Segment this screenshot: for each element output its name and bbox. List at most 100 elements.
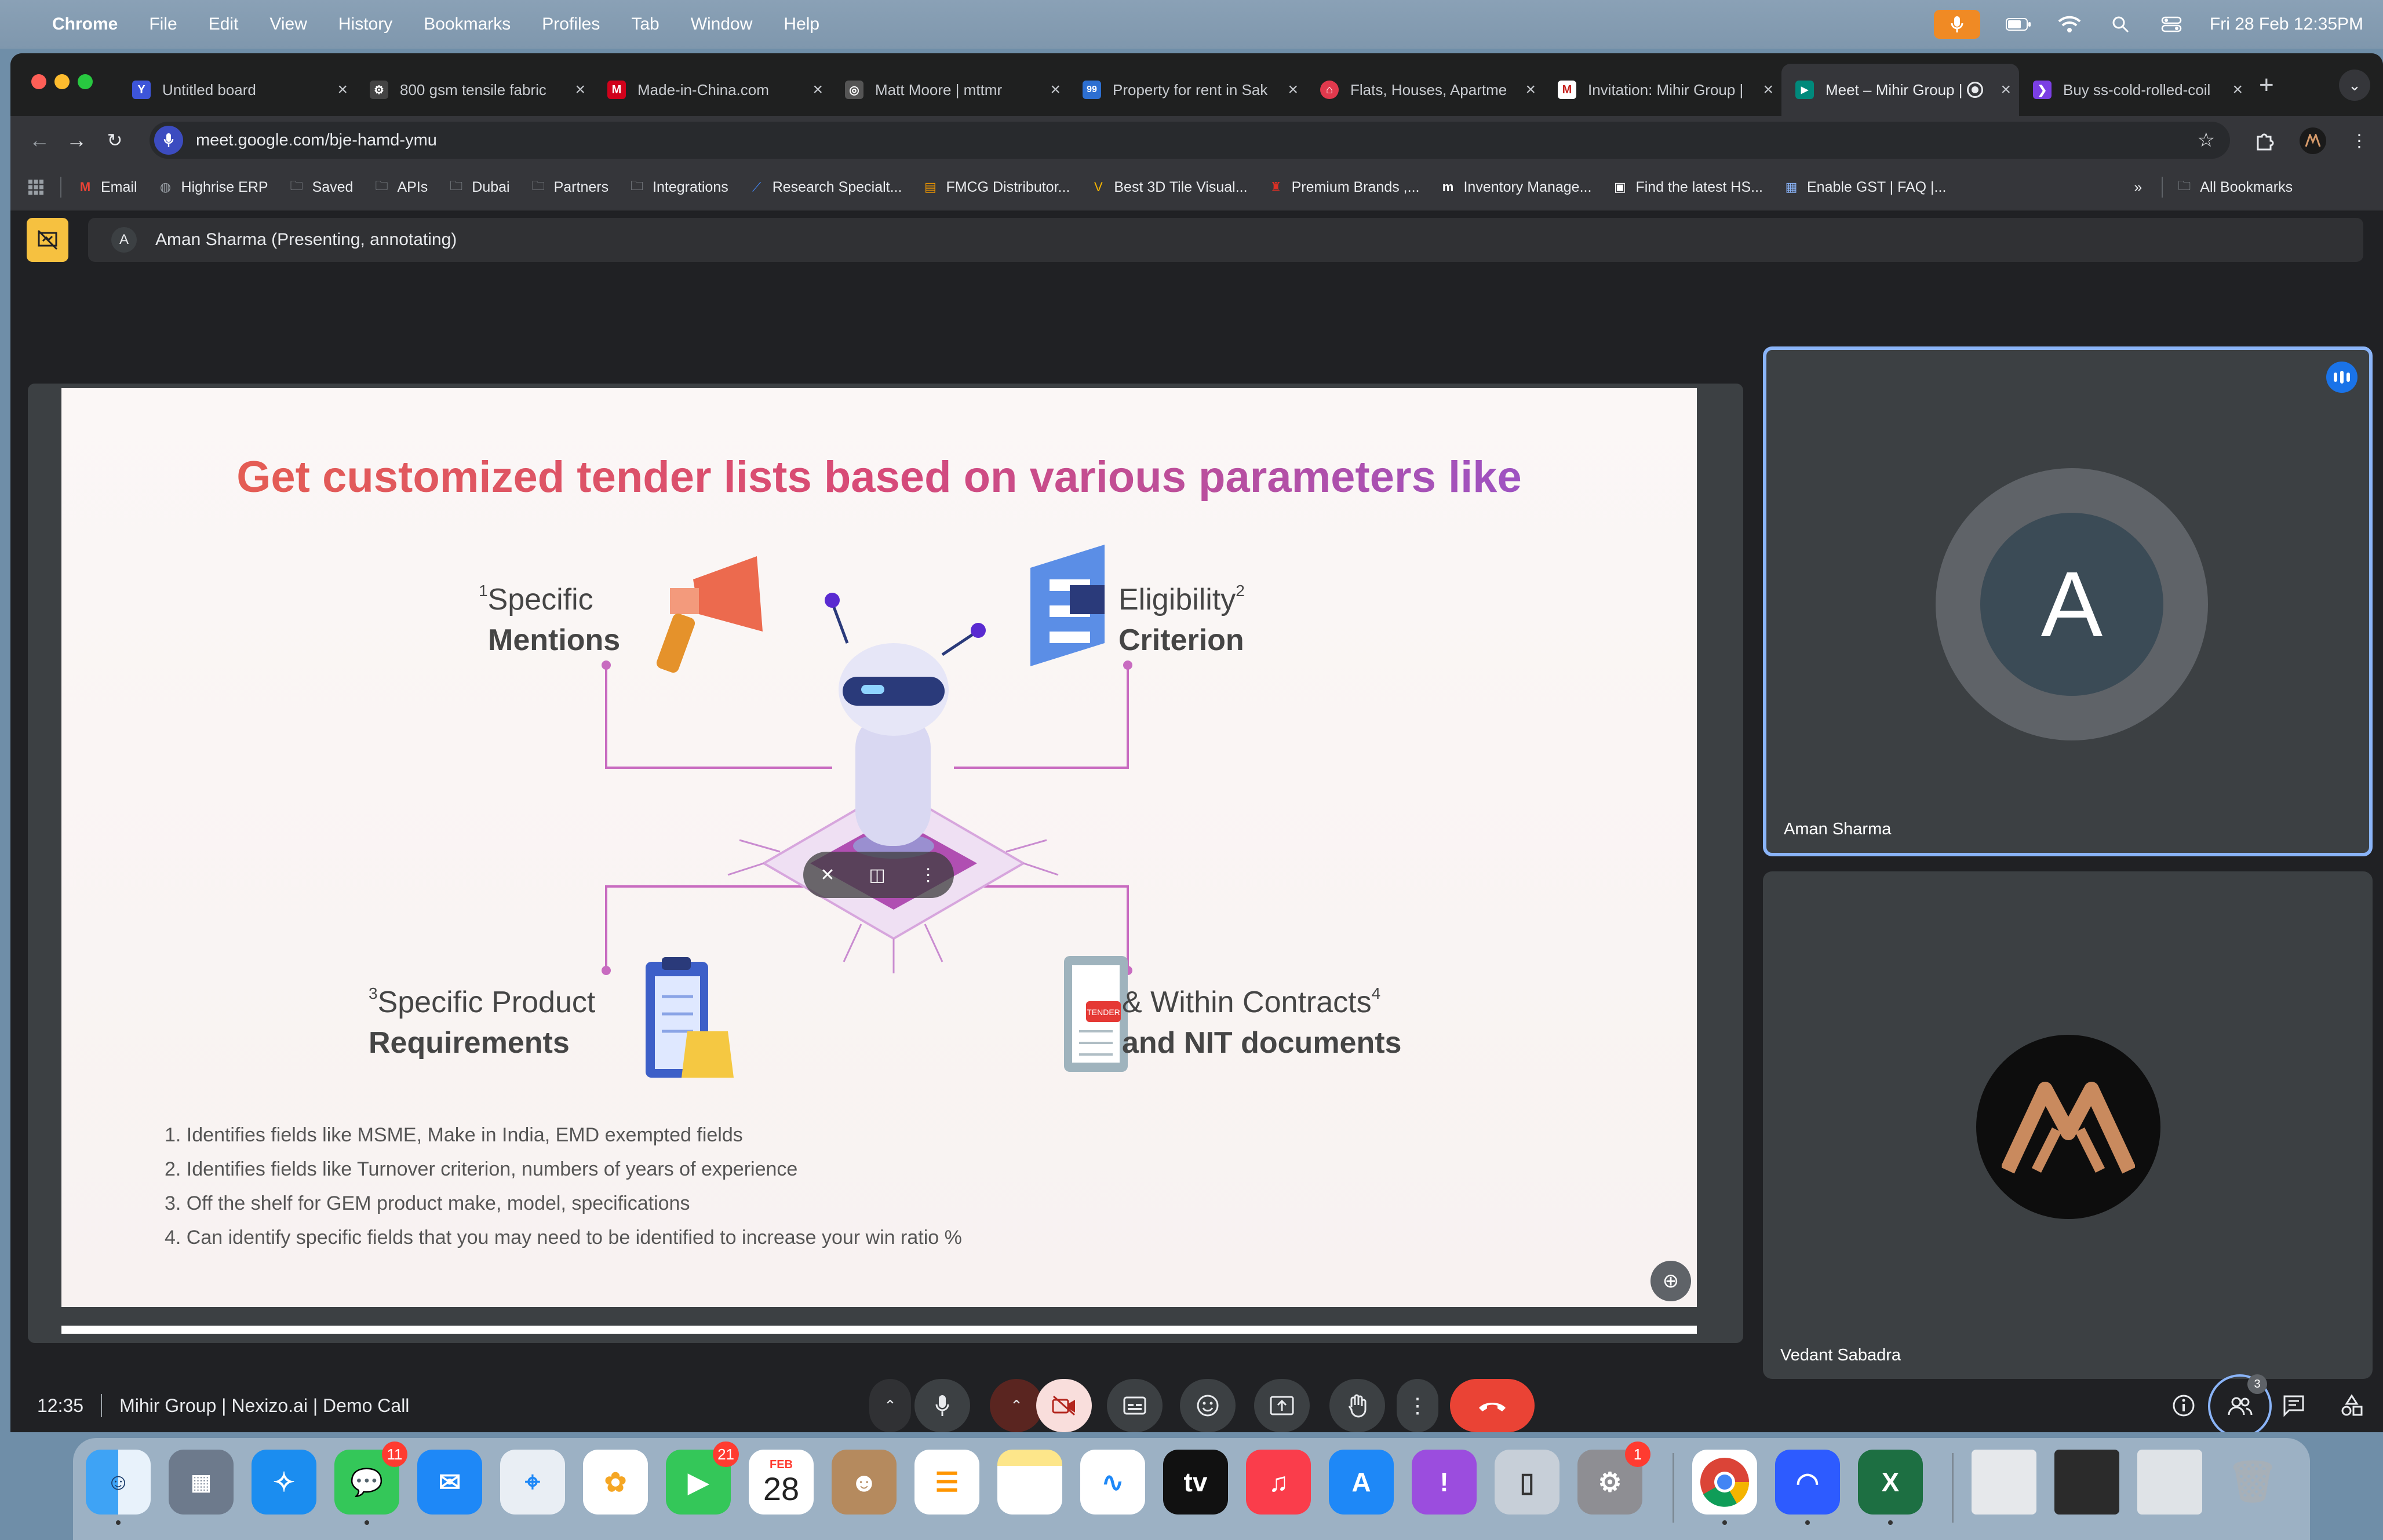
tab-search-chevron-icon[interactable]: ⌄	[2339, 70, 2370, 101]
menu-app-name[interactable]: Chrome	[52, 14, 118, 34]
downloads-stack-icon[interactable]	[1972, 1450, 2036, 1515]
close-tab-icon[interactable]: ×	[812, 80, 823, 100]
minimize-window-button[interactable]	[54, 74, 70, 89]
meeting-details-info-icon[interactable]	[2163, 1385, 2205, 1426]
bookmark-star-icon[interactable]: ☆	[2198, 129, 2215, 152]
close-tab-icon[interactable]: ×	[1763, 80, 1773, 100]
forward-arrow-icon[interactable]: →	[64, 127, 89, 153]
tab-made-in-china[interactable]: M Made-in-China.com ×	[593, 64, 831, 116]
feedback-assistant-icon[interactable]: !	[1412, 1450, 1477, 1515]
chrome-icon[interactable]	[1692, 1450, 1757, 1525]
apps-grid-icon[interactable]	[28, 179, 44, 195]
close-tab-icon[interactable]: ×	[2001, 80, 2011, 100]
bookmark-enable-gst[interactable]: ▦ Enable GST | FAQ |...	[1783, 178, 1947, 196]
close-tab-icon[interactable]: ×	[337, 80, 348, 100]
tab-meet-active[interactable]: ▶ Meet – Mihir Group | ×	[1781, 64, 2019, 116]
menu-history[interactable]: History	[338, 14, 392, 34]
menu-view[interactable]: View	[269, 14, 307, 34]
tab-property-rent[interactable]: 99 Property for rent in Sak ×	[1069, 64, 1306, 116]
reload-icon[interactable]: ↻	[102, 127, 127, 153]
bookmark-3d-tile[interactable]: V Best 3D Tile Visual...	[1090, 178, 1248, 196]
more-options-kebab-icon[interactable]: ⋮	[1397, 1379, 1438, 1432]
menu-bookmarks[interactable]: Bookmarks	[424, 14, 511, 34]
back-arrow-icon[interactable]: ←	[27, 127, 52, 153]
calendar-icon[interactable]: FEB 28	[749, 1450, 814, 1515]
bookmark-folder-apis[interactable]: 🗀 APIs	[373, 178, 428, 196]
bookmark-fmcg-distributor[interactable]: ▤ FMCG Distributor...	[921, 178, 1070, 196]
minimized-window-thumbnail[interactable]	[2054, 1450, 2119, 1515]
music-icon[interactable]: ♫	[1246, 1450, 1311, 1515]
tab-buy-ss-coil[interactable]: ❯ Buy ss-cold-rolled-coil ×	[2019, 64, 2251, 116]
tile-hover-controls[interactable]: ✕ ◫ ⋮	[803, 852, 954, 898]
mail-icon[interactable]: ✉	[417, 1450, 482, 1515]
people-button[interactable]: 3	[2208, 1374, 2272, 1432]
close-tab-icon[interactable]: ×	[1525, 80, 1536, 100]
bookmark-folder-saved[interactable]: 🗀 Saved	[288, 178, 354, 196]
close-tab-icon[interactable]: ×	[575, 80, 585, 100]
spotlight-search-icon[interactable]	[2108, 14, 2133, 34]
audio-options-chevron-icon[interactable]: ⌃	[869, 1379, 911, 1432]
safari-icon[interactable]: ✧	[252, 1450, 316, 1515]
tab-800-gsm-fabric[interactable]: ⚙ 800 gsm tensile fabric ×	[356, 64, 593, 116]
bookmark-find-hs[interactable]: ▣ Find the latest HS...	[1611, 178, 1763, 196]
bookmark-premium-brands[interactable]: ♜ Premium Brands ,...	[1267, 178, 1420, 196]
zoom-in-icon[interactable]: ⊕	[1650, 1261, 1691, 1301]
app-store-icon[interactable]: A	[1329, 1450, 1394, 1515]
notes-icon[interactable]	[997, 1450, 1062, 1515]
microphone-in-use-icon[interactable]	[1933, 10, 1980, 39]
microphone-button[interactable]	[914, 1379, 970, 1432]
mute-tile-icon[interactable]: ◫	[869, 865, 885, 885]
wifi-icon[interactable]	[2057, 14, 2082, 34]
menu-help[interactable]: Help	[784, 14, 819, 34]
system-settings-gear-icon[interactable]: ⚙ 1	[1577, 1442, 1650, 1515]
camera-off-button[interactable]	[1036, 1379, 1092, 1432]
bookmark-email[interactable]: M Email	[76, 178, 137, 196]
menu-edit[interactable]: Edit	[209, 14, 239, 34]
close-tab-icon[interactable]: ×	[1288, 80, 1298, 100]
address-bar[interactable]: meet.google.com/bje-hamd-ymu ☆	[150, 122, 2230, 159]
messages-icon[interactable]: 💬 11	[334, 1442, 407, 1525]
menu-file[interactable]: File	[149, 14, 177, 34]
raise-hand-button[interactable]	[1329, 1379, 1385, 1432]
menu-profiles[interactable]: Profiles	[542, 14, 600, 34]
chrome-menu-kebab-icon[interactable]: ⋮	[2346, 127, 2373, 154]
presentation-stage[interactable]: Get customized tender lists based on var…	[28, 384, 1743, 1343]
tab-matt-moore[interactable]: ◎ Matt Moore | mttmr ×	[831, 64, 1069, 116]
close-tab-icon[interactable]: ×	[1050, 80, 1061, 100]
excel-icon[interactable]: X	[1858, 1450, 1923, 1525]
more-bookmarks-chevron-icon[interactable]: »	[2134, 179, 2142, 196]
site-mic-permission-icon[interactable]	[154, 126, 183, 155]
reactions-emoji-button[interactable]	[1180, 1379, 1236, 1432]
present-screen-button[interactable]	[1254, 1379, 1310, 1432]
launchpad-icon[interactable]: ▦	[169, 1450, 234, 1515]
stop-annotating-button[interactable]	[27, 218, 68, 262]
participant-tile-aman[interactable]: A Aman Sharma	[1763, 346, 2373, 856]
control-center-icon[interactable]	[2159, 14, 2184, 34]
zoom-window-button[interactable]	[78, 74, 93, 89]
video-options-chevron-icon[interactable]: ⌃	[990, 1379, 1043, 1432]
menu-window[interactable]: Window	[691, 14, 753, 34]
more-options-icon[interactable]: ⋮	[920, 865, 937, 885]
bookmark-research-specialt[interactable]: ⟋ Research Specialt...	[748, 178, 902, 196]
profile-avatar[interactable]	[2300, 127, 2326, 154]
bookmark-highrise-erp[interactable]: ◍ Highrise ERP	[157, 178, 268, 196]
battery-icon[interactable]	[2005, 14, 2031, 34]
apple-tv-icon[interactable]: tv	[1163, 1450, 1228, 1515]
menu-tab[interactable]: Tab	[631, 14, 659, 34]
extensions-puzzle-icon[interactable]	[2251, 127, 2278, 154]
bookmark-folder-dubai[interactable]: 🗀 Dubai	[447, 178, 509, 196]
tab-invitation-gmail[interactable]: M Invitation: Mihir Group | ×	[1544, 64, 1781, 116]
close-tab-icon[interactable]: ×	[2232, 80, 2243, 100]
captions-button[interactable]	[1107, 1379, 1163, 1432]
facetime-icon[interactable]: ▶ 21	[666, 1442, 739, 1515]
tab-flats-houses[interactable]: ⌂ Flats, Houses, Apartme ×	[1306, 64, 1544, 116]
bookmark-folder-partners[interactable]: 🗀 Partners	[530, 178, 609, 196]
photos-icon[interactable]: ✿	[583, 1450, 648, 1515]
iphone-mirroring-icon[interactable]: ▯	[1495, 1450, 1559, 1515]
close-window-button[interactable]	[31, 74, 46, 89]
tab-untitled-board[interactable]: Y Untitled board ×	[118, 64, 356, 116]
new-tab-button[interactable]: +	[2259, 71, 2274, 100]
bookmark-inventory[interactable]: m Inventory Manage...	[1439, 178, 1592, 196]
loop-app-icon[interactable]: ◠	[1775, 1450, 1840, 1525]
menu-bar-clock[interactable]: Fri 28 Feb 12:35PM	[2210, 14, 2363, 34]
